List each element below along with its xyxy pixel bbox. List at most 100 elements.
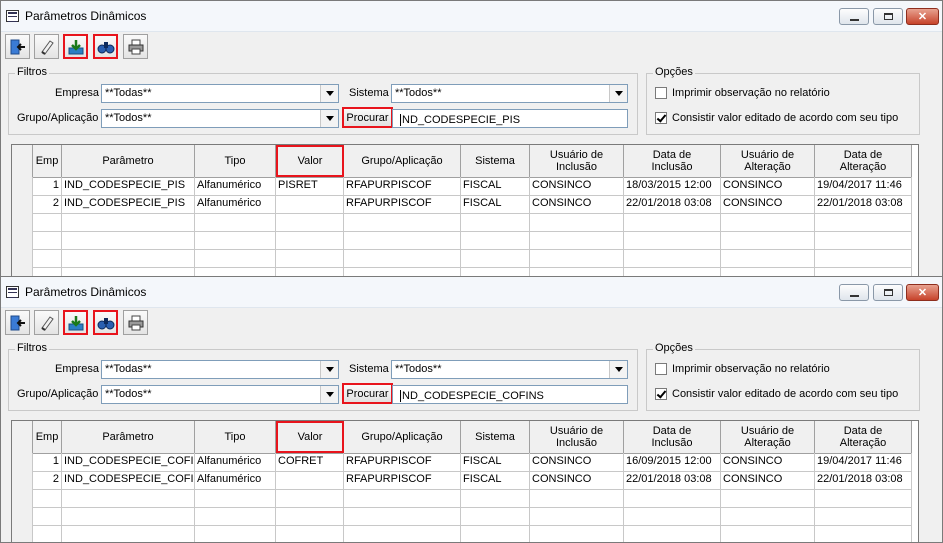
imprimir-observacao-checkbox[interactable] — [655, 363, 667, 375]
consistir-valor-checkbox[interactable] — [655, 388, 667, 400]
table-cell[interactable]: FISCAL — [461, 177, 530, 195]
table-cell[interactable] — [344, 507, 461, 525]
table-cell[interactable] — [624, 231, 721, 249]
row-indicator[interactable] — [12, 195, 33, 213]
table-row[interactable] — [12, 231, 912, 250]
table-cell[interactable]: 22/01/2018 03:08 — [624, 471, 721, 489]
table-cell[interactable] — [276, 471, 344, 489]
table-cell[interactable] — [461, 231, 530, 249]
save-button[interactable] — [63, 310, 88, 335]
table-cell[interactable] — [815, 249, 912, 267]
title-bar[interactable]: Parâmetros Dinâmicos ✕ — [1, 277, 942, 308]
table-cell[interactable] — [721, 489, 815, 507]
sistema-select[interactable]: **Todos** — [391, 360, 628, 379]
column-header[interactable]: Sistema — [461, 145, 530, 177]
table-cell[interactable] — [344, 231, 461, 249]
table-cell[interactable]: 22/01/2018 03:08 — [815, 471, 912, 489]
table-cell[interactable]: FISCAL — [461, 453, 530, 471]
table-cell[interactable]: 22/01/2018 03:08 — [624, 195, 721, 213]
table-cell[interactable] — [721, 231, 815, 249]
table-cell[interactable] — [276, 525, 344, 542]
table-cell[interactable]: RFAPURPISCOF — [344, 195, 461, 213]
column-header[interactable]: Emp — [33, 421, 62, 453]
table-cell[interactable] — [721, 249, 815, 267]
table-cell[interactable] — [276, 231, 344, 249]
table-cell[interactable] — [721, 525, 815, 542]
title-bar[interactable]: Parâmetros Dinâmicos ✕ — [1, 1, 942, 32]
row-indicator[interactable] — [12, 507, 33, 525]
table-cell[interactable] — [276, 489, 344, 507]
table-cell[interactable] — [62, 489, 195, 507]
table-cell[interactable]: 16/09/2015 12:00 — [624, 453, 721, 471]
table-cell[interactable] — [195, 525, 276, 542]
table-cell[interactable] — [62, 231, 195, 249]
column-header[interactable]: Usuário de Inclusão — [530, 145, 624, 177]
table-cell[interactable] — [461, 525, 530, 542]
table-cell[interactable]: CONSINCO — [530, 177, 624, 195]
parameters-grid[interactable]: Emp Parâmetro Tipo Valor Grupo/Aplicação Sist… — [11, 144, 919, 277]
table-cell[interactable]: Alfanumérico — [195, 177, 276, 195]
table-cell[interactable] — [461, 213, 530, 231]
grupo-aplicacao-select[interactable]: **Todos** — [101, 385, 339, 404]
table-cell[interactable]: CONSINCO — [721, 471, 815, 489]
chevron-down-icon[interactable] — [320, 386, 338, 403]
table-cell[interactable]: CONSINCO — [530, 195, 624, 213]
table-row[interactable] — [12, 489, 912, 508]
table-cell[interactable] — [624, 213, 721, 231]
column-header[interactable]: Grupo/Aplicação — [344, 145, 461, 177]
row-indicator[interactable] — [12, 249, 33, 267]
table-row[interactable] — [12, 249, 912, 268]
column-header[interactable]: Data de Alteração — [815, 145, 912, 177]
table-row[interactable]: 2 IND_CODESPECIE_PIS Alfanumérico RFAPURPIS… — [12, 195, 912, 214]
column-header[interactable]: Data de Inclusão — [624, 145, 721, 177]
procurar-button[interactable]: Procurar — [342, 107, 393, 128]
table-cell[interactable]: CONSINCO — [721, 195, 815, 213]
close-button[interactable]: ✕ — [906, 284, 939, 301]
table-cell[interactable] — [624, 525, 721, 542]
row-indicator[interactable] — [12, 525, 33, 542]
exit-button[interactable] — [5, 34, 30, 59]
table-cell[interactable]: 2 — [33, 195, 62, 213]
table-cell[interactable] — [624, 249, 721, 267]
chevron-down-icon[interactable] — [320, 110, 338, 127]
table-cell[interactable]: 19/04/2017 11:46 — [815, 177, 912, 195]
table-cell[interactable] — [276, 213, 344, 231]
table-cell[interactable] — [33, 213, 62, 231]
column-header[interactable]: Data de Alteração — [815, 421, 912, 453]
table-cell[interactable]: 1 — [33, 177, 62, 195]
table-cell[interactable]: 22/01/2018 03:08 — [815, 195, 912, 213]
table-cell[interactable] — [721, 507, 815, 525]
chevron-down-icon[interactable] — [609, 361, 627, 378]
chevron-down-icon[interactable] — [609, 85, 627, 102]
print-button[interactable] — [123, 310, 148, 335]
consistir-valor-checkbox[interactable] — [655, 112, 667, 124]
table-cell[interactable]: FISCAL — [461, 195, 530, 213]
table-cell[interactable] — [815, 489, 912, 507]
table-cell[interactable] — [33, 489, 62, 507]
table-cell[interactable]: IND_CODESPECIE_PIS — [62, 195, 195, 213]
table-row[interactable]: 1 IND_CODESPECIE_PIS Alfanumérico PISRET RFA… — [12, 177, 912, 196]
table-cell[interactable] — [62, 213, 195, 231]
table-cell[interactable] — [276, 507, 344, 525]
table-cell[interactable] — [195, 249, 276, 267]
table-cell[interactable]: Alfanumérico — [195, 195, 276, 213]
table-cell[interactable] — [624, 489, 721, 507]
table-cell[interactable]: COFRET — [276, 453, 344, 471]
empresa-select[interactable]: **Todas** — [101, 360, 339, 379]
table-cell[interactable] — [815, 525, 912, 542]
table-cell[interactable] — [33, 231, 62, 249]
clear-button[interactable] — [34, 310, 59, 335]
table-row[interactable] — [12, 507, 912, 526]
maximize-button[interactable] — [873, 8, 903, 25]
exit-button[interactable] — [5, 310, 30, 335]
row-indicator[interactable] — [12, 471, 33, 489]
table-cell[interactable] — [530, 213, 624, 231]
table-cell[interactable] — [195, 213, 276, 231]
column-header[interactable]: Usuário de Alteração — [721, 421, 815, 453]
table-cell[interactable] — [62, 249, 195, 267]
chevron-down-icon[interactable] — [320, 361, 338, 378]
table-cell[interactable] — [195, 489, 276, 507]
table-cell[interactable] — [530, 489, 624, 507]
table-cell[interactable] — [344, 249, 461, 267]
table-cell[interactable]: IND_CODESPECIE_COFINS — [62, 471, 195, 489]
